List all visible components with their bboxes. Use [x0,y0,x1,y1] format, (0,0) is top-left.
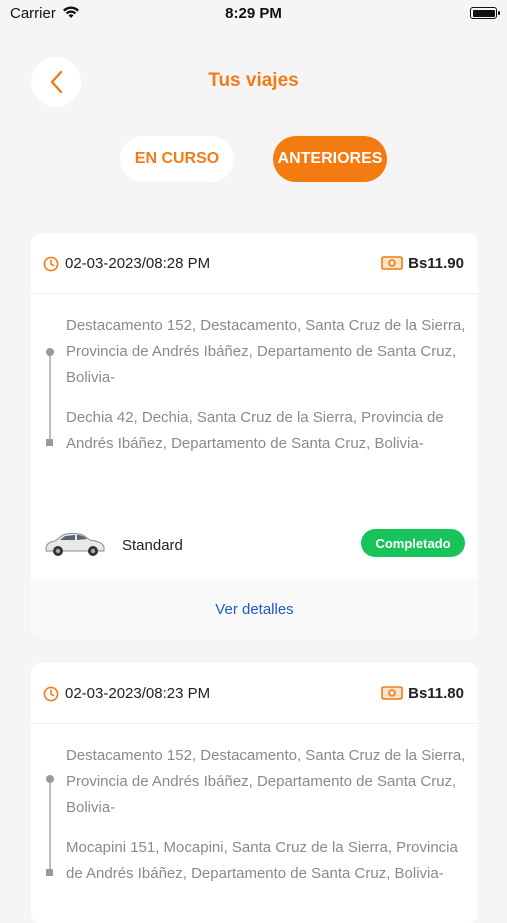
origin-dot-icon [46,348,54,356]
vehicle-type: Standard [122,537,183,554]
view-details-button[interactable]: Ver detalles [31,579,478,639]
clock-icon [43,256,59,277]
origin-dot-icon [46,775,54,783]
destination-address: Mocapini 151, Mocapini, Santa Cruz de la… [66,839,458,882]
trip-datetime: 02-03-2023/08:28 PM [65,255,211,272]
trip-card[interactable]: 02-03-2023/08:23 PM Bs11.80 Destacamento… [31,663,478,923]
route-line [49,353,51,443]
trip-price: Bs11.80 [408,685,464,702]
trip-card[interactable]: 02-03-2023/08:28 PM Bs11.90 Destacamento… [31,233,478,639]
page-title: Tus viajes [208,70,299,91]
trip-price: Bs11.90 [408,255,464,272]
destination-square-icon [46,439,53,446]
tab-anteriores[interactable]: ANTERIORES [273,136,387,182]
clock-time: 8:29 PM [225,5,282,22]
cash-icon [381,255,403,276]
trip-card-header: 02-03-2023/08:28 PM Bs11.90 [31,233,478,294]
route-line [49,783,51,873]
origin-address: Destacamento 152, Destacamento, Santa Cr… [66,317,466,386]
cash-icon [381,685,403,706]
status-badge: Completado [361,529,465,557]
origin-address: Destacamento 152, Destacamento, Santa Cr… [66,747,466,816]
clock-icon [43,686,59,707]
tab-en-curso[interactable]: EN CURSO [120,136,234,182]
trip-card-header: 02-03-2023/08:23 PM Bs11.80 [31,663,478,724]
destination-address: Dechia 42, Dechia, Santa Cruz de la Sier… [66,409,444,452]
battery-icon [470,7,500,19]
status-bar: Carrier 8:29 PM [0,0,507,28]
destination-square-icon [46,869,53,876]
trip-datetime: 02-03-2023/08:23 PM [65,685,211,702]
car-icon [43,527,107,564]
